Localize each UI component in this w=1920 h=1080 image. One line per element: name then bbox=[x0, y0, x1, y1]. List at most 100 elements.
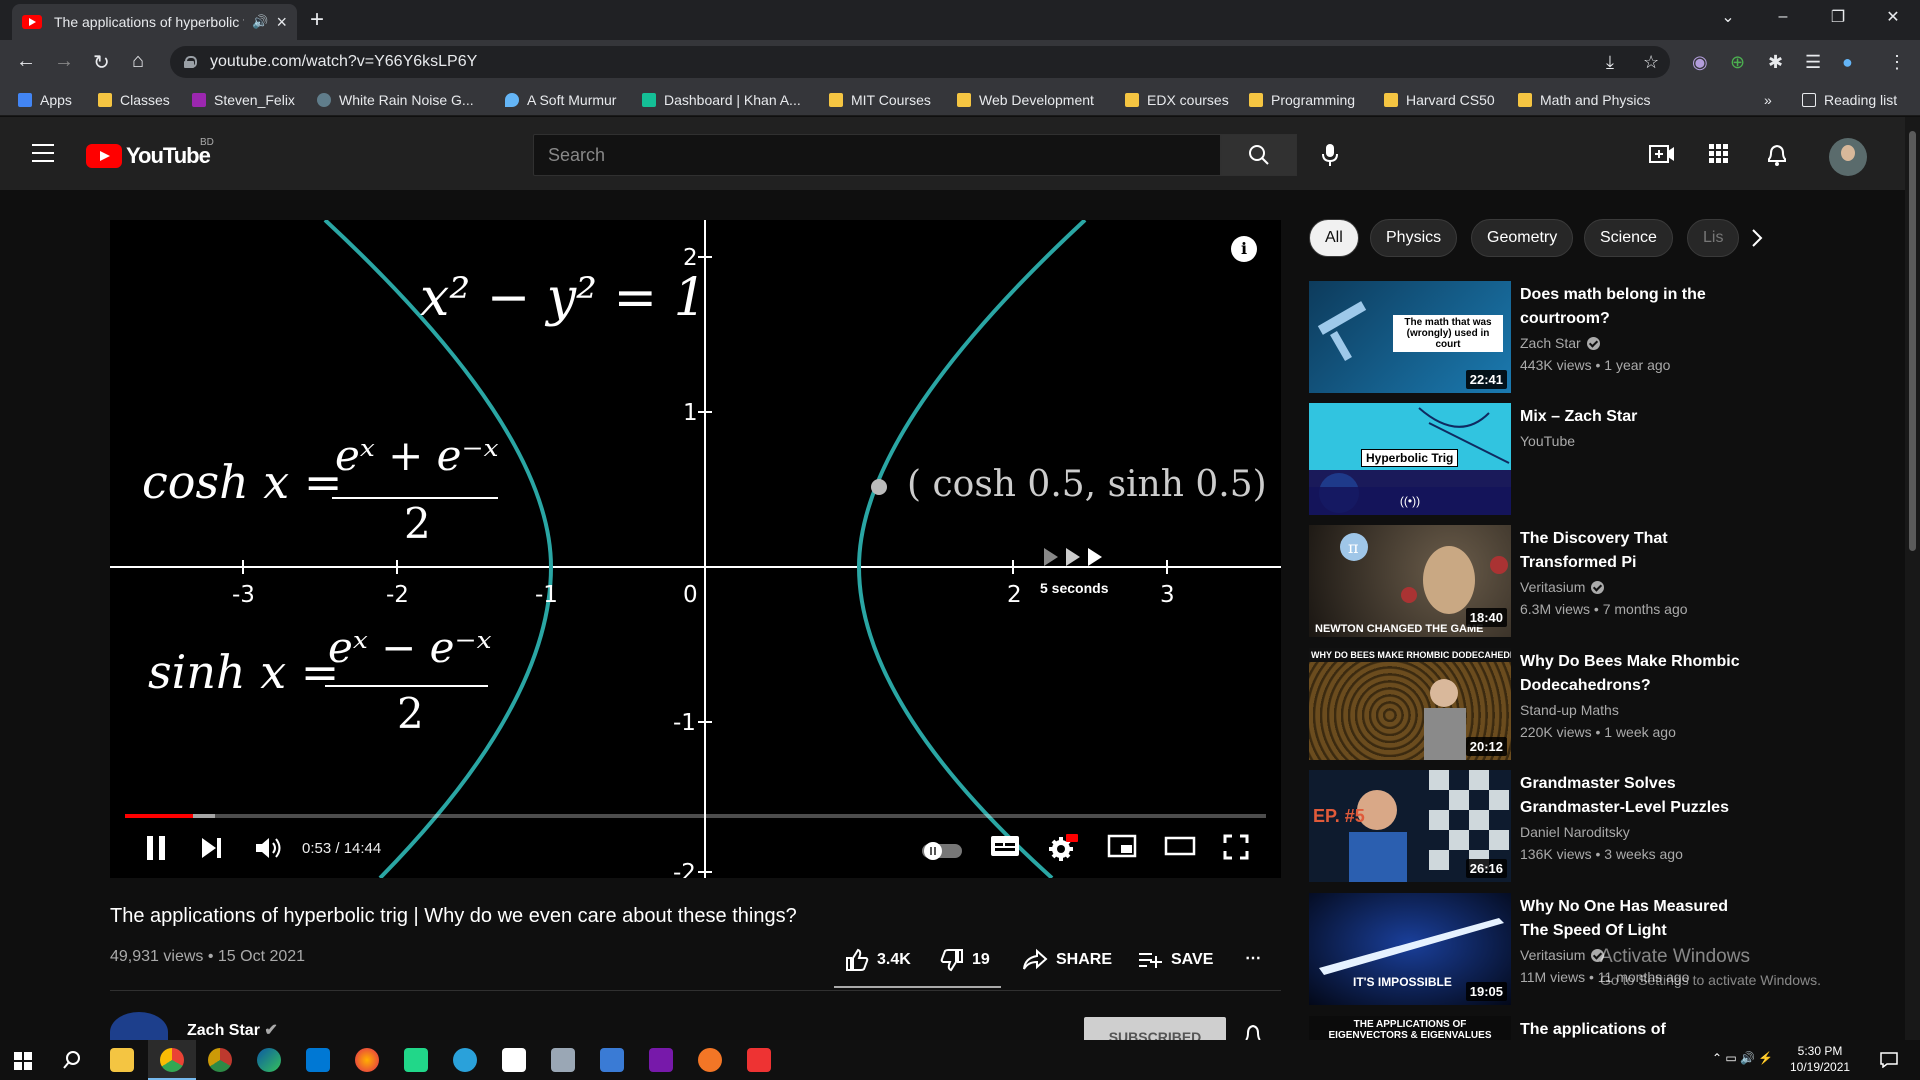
edge-icon[interactable] bbox=[257, 1048, 281, 1072]
notion-icon[interactable] bbox=[502, 1048, 526, 1072]
extension-plus-icon[interactable]: ⊕ bbox=[1730, 52, 1745, 73]
volume-icon[interactable] bbox=[254, 834, 284, 862]
windows-start-icon[interactable] bbox=[14, 1052, 32, 1070]
apps-grid-icon[interactable] bbox=[1708, 143, 1730, 165]
menu-icon[interactable] bbox=[32, 144, 54, 168]
telegram-icon[interactable] bbox=[453, 1048, 477, 1072]
address-bar[interactable]: youtube.com/watch?v=Y66Y6ksLP6Y bbox=[170, 46, 1670, 78]
search-input[interactable]: Search bbox=[533, 134, 1221, 176]
notifications-icon[interactable] bbox=[1880, 1052, 1898, 1068]
forward-icon[interactable]: → bbox=[54, 50, 74, 73]
notifications-bell-icon[interactable] bbox=[1766, 143, 1788, 167]
chip-physics[interactable]: Physics bbox=[1370, 219, 1458, 257]
info-icon[interactable]: i bbox=[1231, 236, 1257, 262]
close-window-icon[interactable]: ✕ bbox=[1865, 0, 1920, 34]
search-button[interactable] bbox=[1221, 134, 1297, 176]
chevron-right-icon[interactable] bbox=[1751, 228, 1763, 248]
chip-geometry[interactable]: Geometry bbox=[1471, 219, 1574, 257]
pause-icon[interactable] bbox=[144, 834, 168, 862]
bookmark-apps[interactable]: Apps bbox=[18, 90, 72, 110]
chrome-profile-icon[interactable] bbox=[208, 1048, 232, 1072]
autoplay-toggle-icon[interactable] bbox=[922, 842, 962, 860]
chip-overflow[interactable]: Lis bbox=[1687, 219, 1739, 257]
scrollbar-thumb[interactable] bbox=[1909, 131, 1916, 551]
recommendation-item[interactable]: π NEWTON CHANGED THE GAME 18:40 The Disc… bbox=[1309, 525, 1779, 637]
save-button[interactable]: SAVE bbox=[1137, 948, 1213, 972]
theater-mode-icon[interactable] bbox=[1164, 834, 1196, 858]
share-button[interactable]: SHARE bbox=[1022, 948, 1112, 972]
bookmark-mit[interactable]: MIT Courses bbox=[829, 90, 931, 110]
recommendation-item[interactable]: WHY DO BEES MAKE RHOMBIC DODECAHEDRONS? … bbox=[1309, 648, 1779, 760]
video-duration: 18:40 bbox=[1465, 608, 1507, 627]
like-button[interactable]: 3.4K bbox=[845, 948, 911, 972]
recommendation-item[interactable]: EP. #5 26:16 Grandmaster Solves Grandmas… bbox=[1309, 770, 1779, 882]
profile-icon[interactable]: ● bbox=[1842, 52, 1853, 73]
onenote-icon[interactable] bbox=[649, 1048, 673, 1072]
install-icon[interactable]: ⤓ bbox=[1606, 52, 1614, 73]
minimize-icon[interactable]: – bbox=[1755, 0, 1811, 34]
chip-science[interactable]: Science bbox=[1584, 219, 1673, 257]
chrome-icon[interactable] bbox=[160, 1048, 184, 1072]
bookmark-programming[interactable]: Programming bbox=[1249, 90, 1355, 110]
video-thumbnail: THE APPLICATIONS OF EIGENVECTORS & EIGEN… bbox=[1309, 1016, 1511, 1040]
system-tray-icons[interactable]: ⌃ ▭ 🔊 ⚡ bbox=[1712, 1051, 1773, 1065]
chrome-menu-icon[interactable]: ⋮ bbox=[1888, 52, 1906, 73]
fullscreen-icon[interactable] bbox=[1223, 834, 1249, 860]
bookmark-edx[interactable]: EDX courses bbox=[1125, 90, 1229, 110]
bookmark-webdev[interactable]: Web Development bbox=[957, 90, 1094, 110]
browser-tab[interactable]: The applications of hyperbolic trig | Wh… bbox=[12, 4, 297, 40]
dislike-button[interactable]: 19 bbox=[940, 948, 990, 972]
bookmark-math-physics[interactable]: Math and Physics bbox=[1518, 90, 1651, 110]
reading-list[interactable]: Reading list bbox=[1802, 90, 1897, 110]
vscode-icon[interactable] bbox=[306, 1048, 330, 1072]
reload-icon[interactable]: ↻ bbox=[93, 50, 110, 75]
tab-search-icon[interactable]: ⌄ bbox=[1700, 0, 1756, 34]
create-video-icon[interactable] bbox=[1649, 143, 1675, 165]
video-player[interactable]: -3 -2 -1 0 2 3 2 1 -1 -2 x² − y² = 1 cos… bbox=[110, 220, 1281, 878]
account-avatar[interactable] bbox=[1829, 138, 1867, 176]
bookmark-cs50[interactable]: Harvard CS50 bbox=[1384, 90, 1495, 110]
progress-bar[interactable] bbox=[125, 814, 1266, 818]
more-actions-icon[interactable]: ⋯ bbox=[1245, 948, 1261, 968]
app-gear-icon[interactable] bbox=[747, 1048, 771, 1072]
skip-arrows-icon bbox=[1044, 548, 1102, 566]
calculator-icon[interactable] bbox=[600, 1048, 624, 1072]
restore-icon[interactable]: ❐ bbox=[1810, 0, 1866, 34]
taskbar-clock[interactable]: 5:30 PM 10/19/2021 bbox=[1790, 1043, 1850, 1075]
next-video-icon[interactable] bbox=[200, 834, 224, 862]
tab-close-icon[interactable]: × bbox=[276, 12, 287, 33]
subtitles-icon[interactable] bbox=[990, 834, 1020, 858]
recommendation-item[interactable]: The math that was (wrongly) used in cour… bbox=[1309, 281, 1779, 393]
extensions-puzzle-icon[interactable]: ✱ bbox=[1768, 52, 1783, 73]
back-icon[interactable]: ← bbox=[16, 50, 36, 73]
channel-bell-icon[interactable] bbox=[1243, 1024, 1263, 1040]
bookmark-soft-murmur[interactable]: A Soft Murmur bbox=[505, 90, 616, 110]
media-control-icon[interactable]: ☰ bbox=[1805, 52, 1821, 73]
file-explorer-icon[interactable] bbox=[110, 1048, 134, 1072]
settings-gear-icon[interactable] bbox=[1048, 834, 1078, 862]
voice-search-button[interactable] bbox=[1313, 138, 1347, 172]
bookmark-star-icon[interactable]: ☆ bbox=[1643, 52, 1659, 73]
channel-name[interactable]: Zach Star ✔ bbox=[187, 1020, 278, 1040]
share-icon bbox=[1023, 948, 1048, 970]
app-window-icon[interactable] bbox=[551, 1048, 575, 1072]
miniplayer-icon[interactable] bbox=[1107, 834, 1137, 858]
bookmark-classes[interactable]: Classes bbox=[98, 90, 170, 110]
recommendation-item[interactable]: Hyperbolic Trig ((•)) Mix – Zach Star Yo… bbox=[1309, 403, 1779, 515]
youtube-logo[interactable]: YouTube BD bbox=[86, 137, 214, 169]
page-scrollbar[interactable] bbox=[1905, 117, 1920, 1040]
pycharm-icon[interactable] bbox=[404, 1048, 428, 1072]
home-icon[interactable]: ⌂ bbox=[132, 50, 144, 73]
extension-glasses-icon[interactable]: ◉ bbox=[1692, 52, 1708, 73]
bookmarks-overflow[interactable]: » bbox=[1764, 90, 1772, 110]
firefox-icon[interactable] bbox=[355, 1048, 379, 1072]
taskbar-search-icon[interactable] bbox=[63, 1051, 81, 1069]
recommendation-item[interactable]: THE APPLICATIONS OF EIGENVECTORS & EIGEN… bbox=[1309, 1016, 1779, 1040]
jupyter-icon[interactable] bbox=[698, 1048, 722, 1072]
bookmark-steven-felix[interactable]: Steven_Felix bbox=[192, 90, 295, 110]
new-tab-icon[interactable]: + bbox=[310, 6, 324, 34]
bookmark-khan[interactable]: Dashboard | Khan A... bbox=[642, 90, 801, 110]
chip-all[interactable]: All bbox=[1309, 219, 1359, 257]
bookmark-white-rain[interactable]: White Rain Noise G... bbox=[317, 90, 474, 110]
speaker-icon[interactable]: 🔊 bbox=[252, 14, 268, 30]
